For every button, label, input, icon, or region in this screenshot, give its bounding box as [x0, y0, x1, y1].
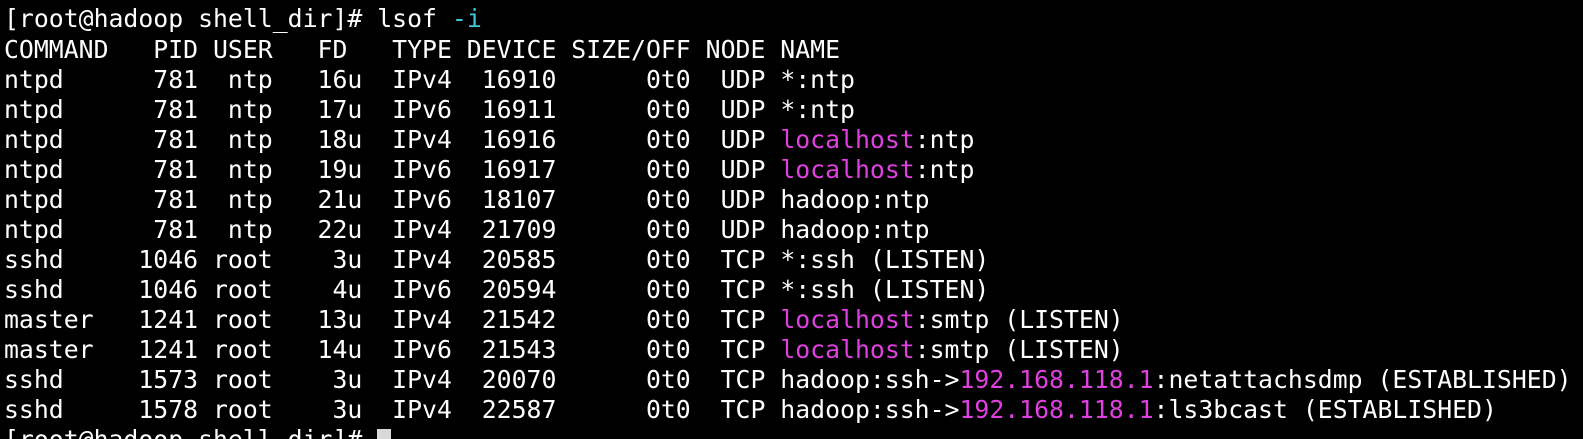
table-row: ntpd 781 ntp 21u IPv6 18107 0t0 UDP hado…: [4, 185, 930, 215]
table-row: ntpd 781 ntp 17u IPv6 16911 0t0 UDP *:nt…: [4, 95, 855, 125]
row-host: localhost: [780, 155, 915, 184]
row-name: :ntp: [914, 155, 975, 184]
table-row: ntpd 781 ntp 19u IPv6 16917 0t0 UDP loca…: [4, 155, 974, 185]
row-host: localhost: [780, 305, 915, 334]
prompt-line: [root@hadoop shell_dir]# lsof -i: [4, 4, 482, 34]
prompt-text: [root@hadoop shell_dir]#: [4, 4, 363, 33]
table-header: COMMAND PID USER FD TYPE DEVICE SIZE/OFF…: [4, 35, 841, 64]
row-fields: sshd 1046 root 3u IPv4 20585 0t0 TCP: [4, 245, 781, 274]
row-fields: ntpd 781 ntp 16u IPv4 16910 0t0 UDP: [4, 65, 781, 94]
table-row: ntpd 781 ntp 18u IPv4 16916 0t0 UDP loca…: [4, 125, 974, 155]
row-name: :ntp: [914, 125, 975, 154]
row-host: 192.168.118.1: [959, 365, 1154, 394]
row-name: *:ntp: [780, 65, 855, 94]
table-row: sshd 1578 root 3u IPv4 22587 0t0 TCP had…: [4, 395, 1497, 425]
row-fields: master 1241 root 14u IPv6 21543 0t0 TCP: [4, 335, 781, 364]
row-name: :smtp (LISTEN): [914, 305, 1124, 334]
row-fields: master 1241 root 13u IPv4 21542 0t0 TCP: [4, 305, 781, 334]
row-fields: sshd 1046 root 4u IPv6 20594 0t0 TCP: [4, 275, 781, 304]
row-host: 192.168.118.1: [959, 395, 1154, 424]
command-text: lsof: [377, 4, 437, 33]
row-name: hadoop:ntp: [780, 185, 930, 214]
row-host: localhost: [780, 125, 915, 154]
row-fields: sshd 1573 root 3u IPv4 20070 0t0 TCP had…: [4, 365, 960, 394]
row-name: *:ntp: [780, 95, 855, 124]
table-row: ntpd 781 ntp 22u IPv4 21709 0t0 UDP hado…: [4, 215, 930, 245]
table-row: master 1241 root 14u IPv6 21543 0t0 TCP …: [4, 335, 1124, 365]
row-fields: ntpd 781 ntp 17u IPv6 16911 0t0 UDP: [4, 95, 781, 124]
row-name: hadoop:ntp: [780, 215, 930, 244]
table-row: sshd 1046 root 4u IPv6 20594 0t0 TCP *:s…: [4, 275, 989, 305]
command-option: -i: [451, 4, 482, 33]
row-name: *:ssh (LISTEN): [780, 245, 990, 274]
table-row: master 1241 root 13u IPv4 21542 0t0 TCP …: [4, 305, 1124, 335]
prompt-text: [root@hadoop shell_dir]#: [4, 425, 362, 439]
text-cursor: [377, 429, 392, 439]
row-fields: ntpd 781 ntp 22u IPv4 21709 0t0 UDP: [4, 215, 781, 244]
table-row: sshd 1573 root 3u IPv4 20070 0t0 TCP had…: [4, 365, 1572, 395]
terminal-window[interactable]: [root@hadoop shell_dir]# lsof -i COMMAND…: [4, 0, 1579, 439]
row-fields: sshd 1578 root 3u IPv4 22587 0t0 TCP had…: [4, 395, 960, 424]
row-fields: ntpd 781 ntp 19u IPv6 16917 0t0 UDP: [4, 155, 781, 184]
row-name: :ls3bcast (ESTABLISHED): [1153, 395, 1497, 424]
row-name: *:ssh (LISTEN): [780, 275, 990, 304]
row-name: :smtp (LISTEN): [914, 335, 1124, 364]
table-row: sshd 1046 root 3u IPv4 20585 0t0 TCP *:s…: [4, 245, 989, 275]
current-prompt-line[interactable]: [root@hadoop shell_dir]#: [4, 425, 392, 439]
row-fields: ntpd 781 ntp 18u IPv4 16916 0t0 UDP: [4, 125, 781, 154]
row-name: :netattachsdmp (ESTABLISHED): [1153, 365, 1572, 394]
row-fields: ntpd 781 ntp 21u IPv6 18107 0t0 UDP: [4, 185, 781, 214]
table-row: ntpd 781 ntp 16u IPv4 16910 0t0 UDP *:nt…: [4, 65, 855, 95]
row-host: localhost: [780, 335, 915, 364]
